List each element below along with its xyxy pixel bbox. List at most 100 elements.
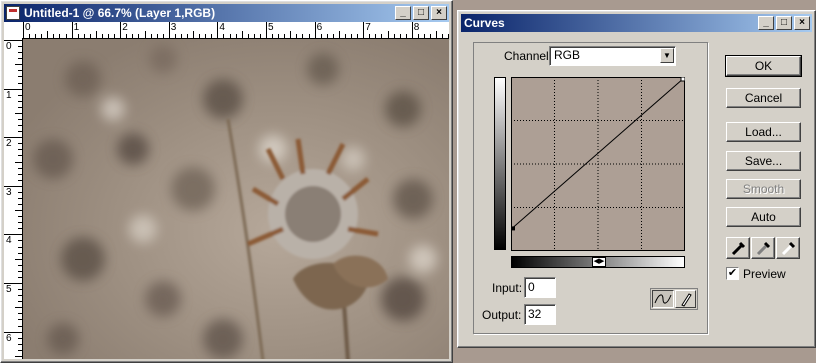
chevron-down-icon[interactable]: ▼: [660, 48, 674, 63]
image-window-titlebar[interactable]: Untitled-1 @ 66.7% (Layer 1,RGB) _ □ ×: [4, 4, 449, 22]
input-label: Input:: [492, 281, 523, 295]
load-button[interactable]: Load...: [726, 122, 801, 142]
ruler-v-label: 3: [6, 186, 12, 198]
ruler-tick: [387, 31, 389, 38]
preview-label: Preview: [743, 267, 786, 281]
smooth-button: Smooth: [726, 179, 801, 199]
ruler-tick: [423, 34, 425, 38]
output-field[interactable]: 32: [524, 304, 556, 325]
ruler-tick: [296, 34, 298, 38]
ruler-tick: [18, 46, 22, 48]
ruler-tick: [272, 34, 274, 38]
ruler-tick: [320, 34, 322, 38]
ruler-tick: [108, 34, 110, 38]
ruler-h-label: 1: [73, 22, 80, 33]
ruler-tick: [18, 349, 22, 351]
ruler-tick: [217, 22, 219, 38]
ruler-tick: [235, 34, 237, 38]
input-field[interactable]: 0: [524, 277, 556, 298]
curve-point-black[interactable]: [511, 226, 515, 231]
ruler-tick: [18, 131, 22, 133]
black-eyedropper-icon[interactable]: [726, 237, 750, 259]
ruler-tick: [138, 34, 140, 38]
curve-graph[interactable]: [511, 77, 685, 251]
ruler-tick: [18, 58, 22, 60]
ruler-tick: [18, 125, 22, 127]
ruler-tick: [15, 258, 22, 260]
ruler-tick: [211, 34, 213, 38]
ruler-tick: [18, 343, 22, 345]
maximize-button[interactable]: □: [776, 16, 792, 30]
ruler-h-label: 5: [268, 22, 274, 33]
input-gradient-bar[interactable]: ◀▶: [511, 256, 685, 268]
ruler-tick: [259, 34, 261, 38]
ruler-tick: [162, 34, 164, 38]
ruler-tick: [357, 34, 359, 38]
ruler-tick: [29, 34, 31, 38]
curve-point-white[interactable]: [680, 77, 685, 82]
channel-select[interactable]: RGB ▼: [549, 46, 676, 66]
ruler-h-label: 2: [122, 22, 128, 33]
ruler-tick: [59, 34, 61, 38]
close-button[interactable]: ×: [431, 6, 447, 20]
minimize-button[interactable]: _: [395, 6, 411, 20]
ruler-h-label: 0: [25, 22, 31, 33]
ruler-tick: [4, 331, 22, 333]
ruler-tick: [18, 149, 22, 151]
ruler-tick: [174, 34, 176, 38]
ok-button[interactable]: OK: [725, 55, 802, 77]
preview-checkbox[interactable]: ✔: [726, 267, 739, 280]
ruler-tick: [18, 197, 22, 199]
ruler-tick: [144, 31, 146, 38]
ruler-tick: [15, 64, 22, 66]
ruler-tick: [18, 191, 22, 193]
white-eyedropper-icon[interactable]: [776, 237, 800, 259]
ruler-v-label: 5: [6, 284, 12, 295]
output-gradient-bar: [494, 77, 506, 250]
ruler-tick: [18, 325, 22, 327]
ruler-tick: [436, 31, 438, 38]
cancel-button[interactable]: Cancel: [726, 88, 801, 108]
ruler-tick: [411, 22, 413, 38]
gray-eyedropper-icon[interactable]: [751, 237, 775, 259]
ruler-tick: [180, 34, 182, 38]
ruler-tick: [18, 94, 22, 96]
ruler-tick: [41, 34, 43, 38]
ruler-tick: [65, 34, 67, 38]
ruler-tick: [223, 34, 225, 38]
output-label: Output:: [482, 308, 522, 322]
ruler-tick: [15, 355, 22, 357]
minimize-button[interactable]: _: [758, 16, 774, 30]
ruler-tick: [18, 246, 22, 248]
image-canvas[interactable]: [23, 39, 449, 359]
ruler-tick: [35, 34, 37, 38]
maximize-button[interactable]: □: [413, 6, 429, 20]
ruler-tick: [4, 88, 22, 90]
ruler-tick: [18, 301, 22, 303]
pencil-tool-icon[interactable]: [675, 290, 696, 308]
ruler-tick: [18, 319, 22, 321]
ruler-tick: [95, 31, 97, 38]
ruler-tick: [278, 34, 280, 38]
ruler-h-label: 4: [219, 22, 225, 33]
close-button[interactable]: ×: [794, 16, 810, 30]
auto-button[interactable]: Auto: [726, 207, 801, 227]
ruler-tick: [18, 264, 22, 266]
ruler-origin[interactable]: [4, 22, 23, 39]
ruler-tick: [393, 34, 395, 38]
save-button[interactable]: Save...: [726, 151, 801, 171]
ruler-h-label: 3: [170, 22, 177, 33]
channel-label: Channel:: [502, 49, 555, 63]
gradient-direction-toggle-icon[interactable]: ◀▶: [592, 257, 606, 267]
ruler-tick: [156, 34, 158, 38]
curve-tool-icon[interactable]: [652, 290, 674, 308]
curves-dialog: Curves _ □ × Channel: RGB ▼ ◀▶ Input: 0: [457, 10, 816, 348]
ruler-v-label: 1: [6, 89, 12, 101]
vertical-ruler[interactable]: 0 1 2 3 4 5 6: [4, 38, 23, 359]
ruler-tick: [18, 118, 22, 120]
ruler-tick: [18, 143, 22, 145]
ruler-tick: [4, 137, 22, 139]
horizontal-ruler[interactable]: 0 1 2 3 4 5 6 7 8: [22, 22, 449, 39]
ruler-tick: [442, 34, 444, 38]
curves-dialog-titlebar[interactable]: Curves _ □ ×: [461, 14, 812, 32]
